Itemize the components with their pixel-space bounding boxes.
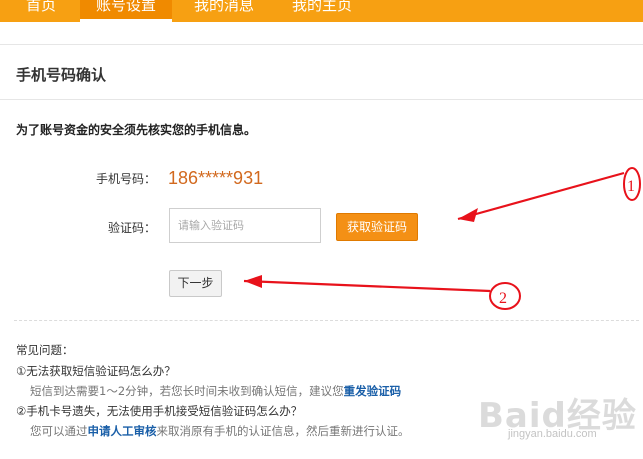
svg-text:1: 1 [627, 178, 635, 195]
annotation-overlay: 1 2 [243, 167, 641, 310]
annotation-marker-2: 2 [489, 282, 521, 310]
svg-text:2: 2 [499, 290, 507, 307]
annotation-arrow-2 [243, 275, 491, 293]
annotation-marker-1: 1 [623, 167, 641, 201]
annotation-arrow-1 [457, 171, 625, 222]
